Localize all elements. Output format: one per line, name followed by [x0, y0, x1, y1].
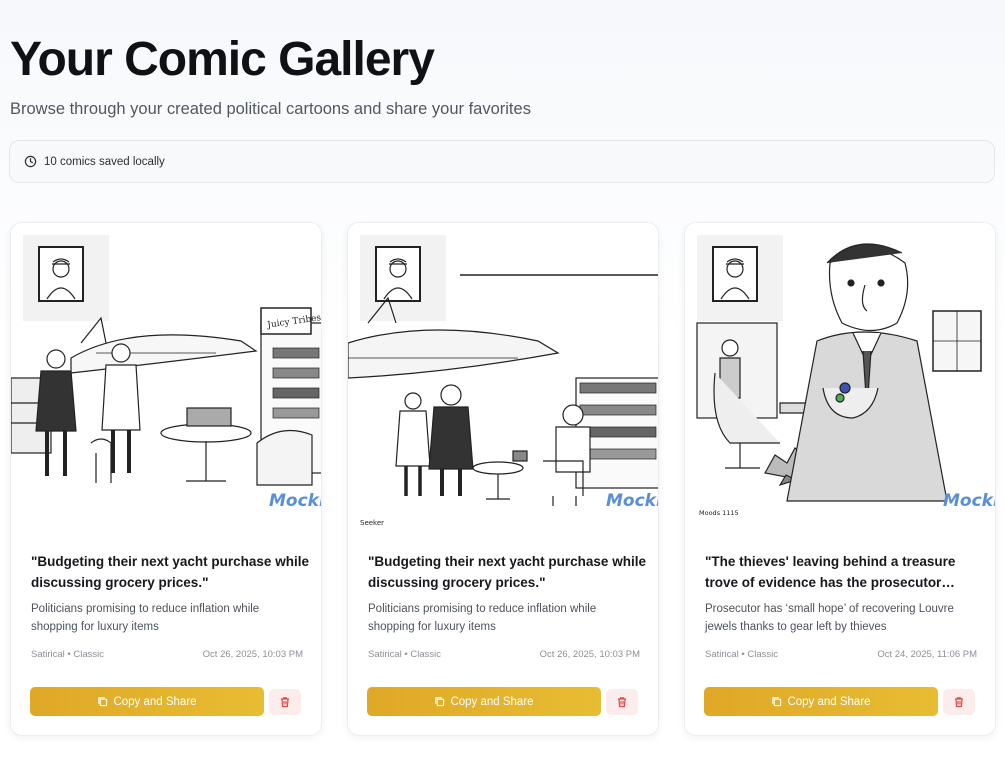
copy-icon	[435, 697, 445, 707]
comic-style: Satirical • Classic	[31, 649, 105, 660]
comic-title: "Budgeting their next yacht purchase whi…	[31, 554, 309, 590]
copy-icon	[772, 697, 782, 707]
comic-meta: Satirical • Classic Oct 26, 2025, 10:03 …	[368, 649, 640, 660]
delete-button[interactable]	[606, 689, 638, 715]
comic-image[interactable]: Moods 1115 Mockr	[685, 223, 996, 535]
copy-and-share-label: Copy and Share	[787, 695, 871, 708]
copy-icon	[98, 697, 108, 707]
comic-style: Satirical • Classic	[368, 649, 442, 660]
comic-description: Politicians promising to reduce inflatio…	[368, 603, 597, 633]
artist-signature: Moods 1115	[699, 509, 739, 517]
mockr-watermark: Mockr	[943, 491, 996, 511]
mockr-watermark: Mockr	[606, 491, 659, 511]
comic-description: Prosecutor has ‘small hope’ of recoverin…	[705, 603, 954, 633]
comic-card: Juicy Tribes Mockr "Budgeting their next…	[10, 222, 322, 736]
comic-date: Oct 24, 2025, 11:06 PM	[877, 649, 977, 660]
clock-icon	[24, 155, 37, 168]
artist-signature: Seeker	[360, 519, 384, 527]
delete-button[interactable]	[943, 689, 975, 715]
trash-icon	[618, 697, 626, 708]
delete-button[interactable]	[269, 689, 301, 715]
comic-card: Seeker Mockr "Budgeting their next yacht…	[347, 222, 659, 736]
page-title: Your Comic Gallery	[10, 33, 435, 86]
comic-title: "Budgeting their next yacht purchase whi…	[368, 554, 646, 590]
comic-style: Satirical • Classic	[705, 649, 779, 660]
copy-and-share-button[interactable]: Copy and Share	[704, 687, 938, 716]
trash-icon	[955, 697, 963, 708]
comic-image[interactable]: Seeker Mockr	[348, 223, 659, 535]
comic-meta: Satirical • Classic Oct 24, 2025, 11:06 …	[705, 649, 977, 660]
comic-card: Moods 1115 Mockr "The thieves' leaving b…	[684, 222, 996, 736]
mockr-watermark: Mockr	[269, 491, 322, 511]
comic-date: Oct 26, 2025, 10:03 PM	[202, 649, 303, 660]
comic-description: Politicians promising to reduce inflatio…	[31, 603, 260, 633]
trash-icon	[281, 697, 289, 708]
saved-count-banner: 10 comics saved locally	[9, 140, 995, 183]
copy-and-share-button[interactable]: Copy and Share	[30, 687, 264, 716]
comic-image[interactable]: Juicy Tribes Mockr	[11, 223, 322, 535]
copy-and-share-button[interactable]: Copy and Share	[367, 687, 601, 716]
comic-date: Oct 26, 2025, 10:03 PM	[539, 649, 640, 660]
copy-and-share-label: Copy and Share	[113, 695, 197, 708]
copy-and-share-label: Copy and Share	[450, 695, 534, 708]
page-subtitle: Browse through your created political ca…	[10, 100, 531, 118]
comic-title: "The thieves' leaving behind a treasure …	[705, 554, 956, 590]
comic-meta: Satirical • Classic Oct 26, 2025, 10:03 …	[31, 649, 303, 660]
saved-count-text: 10 comics saved locally	[44, 155, 165, 168]
